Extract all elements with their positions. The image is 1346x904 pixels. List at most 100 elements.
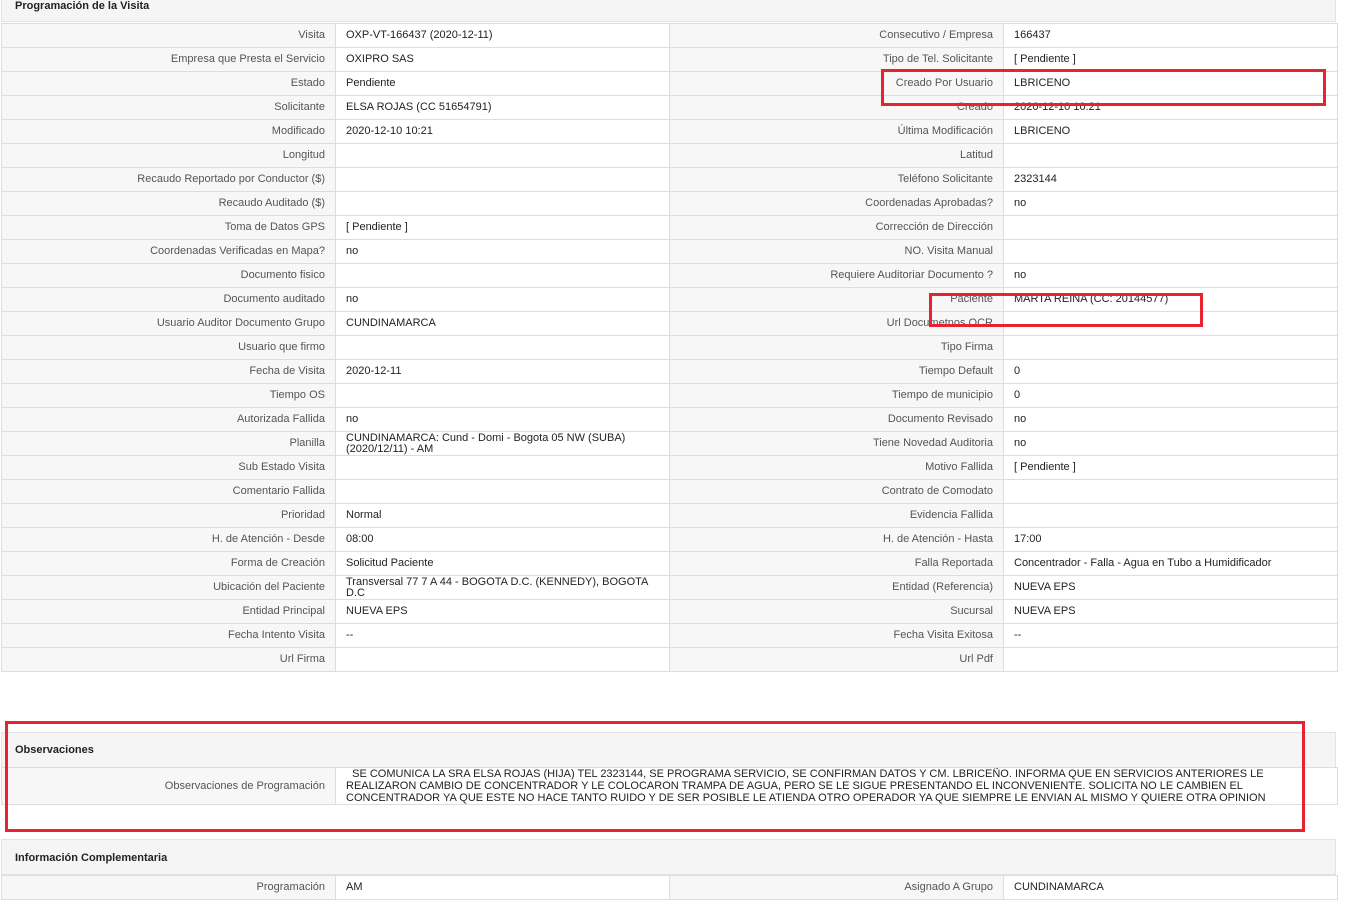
field-label: Latitud bbox=[669, 143, 1004, 168]
field-label: Teléfono Solicitante bbox=[669, 167, 1004, 192]
field-label: Fecha de Visita bbox=[1, 359, 336, 384]
field-value: no bbox=[335, 239, 670, 264]
field-value bbox=[1003, 335, 1338, 360]
field-label: Forma de Creación bbox=[1, 551, 336, 576]
field-value: 08:00 bbox=[335, 527, 670, 552]
table-row: Url Firma Url Pdf bbox=[1, 647, 1338, 672]
field-label: Tipo Firma bbox=[669, 335, 1004, 360]
field-value: OXIPRO SAS bbox=[335, 47, 670, 72]
field-label: Última Modificación bbox=[669, 119, 1004, 144]
field-value: 0 bbox=[1003, 383, 1338, 408]
field-label: Empresa que Presta el Servicio bbox=[1, 47, 336, 72]
field-label: Solicitante bbox=[1, 95, 336, 120]
table-row: Toma de Datos GPS[ Pendiente ] Corrección… bbox=[1, 215, 1338, 240]
field-label: Programación bbox=[1, 875, 336, 900]
field-value bbox=[1003, 311, 1338, 336]
field-value bbox=[335, 263, 670, 288]
field-label: Tiempo Default bbox=[669, 359, 1004, 384]
field-label: Corrección de Dirección bbox=[669, 215, 1004, 240]
field-value: Pendiente bbox=[335, 71, 670, 96]
field-value bbox=[335, 167, 670, 192]
field-value: Concentrador - Falla - Agua en Tubo a Hu… bbox=[1003, 551, 1338, 576]
table-row: Documento fisico Requiere Auditoriar Docu… bbox=[1, 263, 1338, 288]
field-label: Toma de Datos GPS bbox=[1, 215, 336, 240]
table-row: Recaudo Reportado por Conductor ($) Teléf… bbox=[1, 167, 1338, 192]
field-value bbox=[335, 143, 670, 168]
field-label: Paciente bbox=[669, 287, 1004, 312]
section-programacion-title: Programación de la Visita bbox=[15, 0, 150, 12]
observaciones-table: Observaciones de Programación SE COMUNIC… bbox=[1, 767, 1338, 805]
field-value: 2323144 bbox=[1003, 167, 1338, 192]
field-value: AM bbox=[335, 875, 670, 900]
table-row: Tiempo OS Tiempo de municipio 0 bbox=[1, 383, 1338, 408]
field-value: [ Pendiente ] bbox=[1003, 455, 1338, 480]
table-row: Empresa que Presta el Servicio OXIPRO SAS… bbox=[1, 47, 1338, 72]
section-programacion-header: Programación de la Visita bbox=[1, 0, 1336, 22]
field-label: Visita bbox=[1, 23, 336, 48]
field-label: Requiere Auditoriar Documento ? bbox=[669, 263, 1004, 288]
field-label: Tiene Novedad Auditoria bbox=[669, 431, 1004, 456]
field-value: 166437 bbox=[1003, 23, 1338, 48]
section-observaciones-header: Observaciones bbox=[1, 732, 1336, 768]
field-value: no bbox=[1003, 263, 1338, 288]
field-value: NUEVA EPS bbox=[1003, 599, 1338, 624]
table-row: Visita OXP-VT-166437 (2020-12-11) Consecut… bbox=[1, 23, 1338, 48]
table-row: Entidad Principal NUEVA EPS Sucursal NUEVA … bbox=[1, 599, 1338, 624]
field-value: [ Pendiente ] bbox=[1003, 47, 1338, 72]
field-label: Tiempo OS bbox=[1, 383, 336, 408]
field-label: Asignado A Grupo bbox=[669, 875, 1004, 900]
field-label: Sub Estado Visita bbox=[1, 455, 336, 480]
field-label: Motivo Fallida bbox=[669, 455, 1004, 480]
field-label: Consecutivo / Empresa bbox=[669, 23, 1004, 48]
field-value: 2020-12-10 10:21 bbox=[335, 119, 670, 144]
field-value: Normal bbox=[335, 503, 670, 528]
field-value: 2020-12-11 bbox=[335, 359, 670, 384]
field-value bbox=[1003, 239, 1338, 264]
field-label: Url Documetnos OCR bbox=[669, 311, 1004, 336]
field-value: Transversal 77 7 A 44 - BOGOTA D.C. (KEN… bbox=[335, 575, 670, 600]
field-value: CUNDINAMARCA: Cund - Domi - Bogota 05 NW… bbox=[335, 431, 670, 456]
field-label: Documento auditado bbox=[1, 287, 336, 312]
field-value: no bbox=[1003, 191, 1338, 216]
field-label: Creado Por Usuario bbox=[669, 71, 1004, 96]
table-row: Prioridad Normal Evidencia Fallida bbox=[1, 503, 1338, 528]
field-value bbox=[335, 191, 670, 216]
field-label: Entidad (Referencia) bbox=[669, 575, 1004, 600]
field-value: CUNDINAMARCA bbox=[1003, 875, 1338, 900]
field-value bbox=[1003, 479, 1338, 504]
field-label: Autorizada Fallida bbox=[1, 407, 336, 432]
field-label: Usuario que firmo bbox=[1, 335, 336, 360]
table-row: Sub Estado Visita Motivo Fallida[ Pendien… bbox=[1, 455, 1338, 480]
field-label: Coordenadas Aprobadas? bbox=[669, 191, 1004, 216]
table-row: H. de Atención - Desde 08:00 H. de Atenció… bbox=[1, 527, 1338, 552]
field-value: NUEVA EPS bbox=[335, 599, 670, 624]
table-row: Estado Pendiente Creado Por Usuario LBRICEN… bbox=[1, 71, 1338, 96]
field-value bbox=[335, 455, 670, 480]
field-value bbox=[1003, 215, 1338, 240]
table-row: Fecha Intento Visita -- Fecha Visita Exito… bbox=[1, 623, 1338, 648]
field-label: Coordenadas Verificadas en Mapa? bbox=[1, 239, 336, 264]
field-value: 0 bbox=[1003, 359, 1338, 384]
table-row: Usuario Auditor Documento Grupo CUNDINAMA… bbox=[1, 311, 1338, 336]
field-value: no bbox=[1003, 407, 1338, 432]
table-row: Documento auditado no Paciente MARTA REINA… bbox=[1, 287, 1338, 312]
field-value: -- bbox=[1003, 623, 1338, 648]
field-value: Solicitud Paciente bbox=[335, 551, 670, 576]
field-label: Url Firma bbox=[1, 647, 336, 672]
table-row: Forma de Creación Solicitud Paciente Falla… bbox=[1, 551, 1338, 576]
table-row: Planilla CUNDINAMARCA: Cund - Domi - Bogo… bbox=[1, 431, 1338, 456]
field-value bbox=[1003, 503, 1338, 528]
field-label: Contrato de Comodato bbox=[669, 479, 1004, 504]
table-row: Fecha de Visita 2020-12-11 Tiempo Default… bbox=[1, 359, 1338, 384]
field-label: Ubicación del Paciente bbox=[1, 575, 336, 600]
field-label: NO. Visita Manual bbox=[669, 239, 1004, 264]
field-label: Tiempo de municipio bbox=[669, 383, 1004, 408]
section-complementaria-header: Información Complementaria bbox=[1, 839, 1336, 875]
table-row: Observaciones de Programación SE COMUNIC… bbox=[1, 767, 1338, 805]
table-row: Comentario Fallida Contrato de Comodato bbox=[1, 479, 1338, 504]
field-label: Recaudo Auditado ($) bbox=[1, 191, 336, 216]
field-value: LBRICENO bbox=[1003, 71, 1338, 96]
field-value: ELSA ROJAS (CC 51654791) bbox=[335, 95, 670, 120]
field-value: NUEVA EPS bbox=[1003, 575, 1338, 600]
field-label: Fecha Visita Exitosa bbox=[669, 623, 1004, 648]
